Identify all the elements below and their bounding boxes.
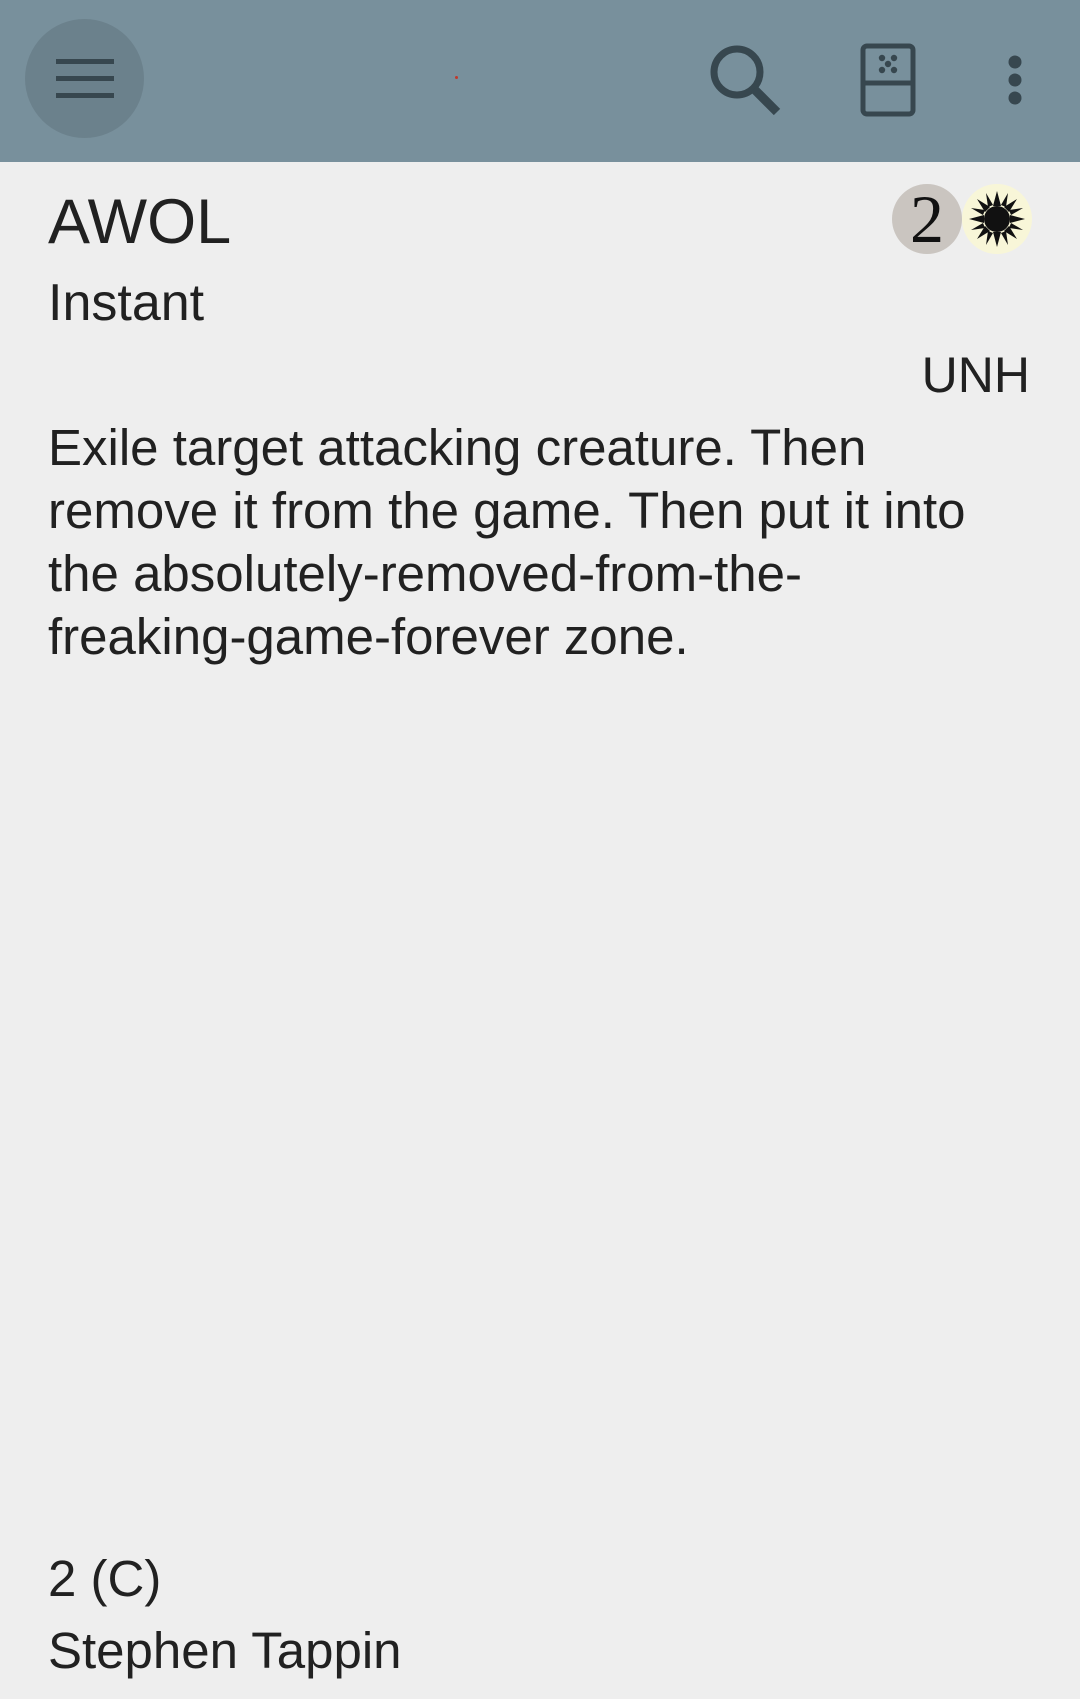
toolbar-indicator-dot: [455, 76, 458, 79]
random-card-button[interactable]: [850, 35, 926, 125]
collector-number-rarity: 2 (C): [48, 1550, 162, 1607]
white-mana-icon: [962, 184, 1032, 254]
app-toolbar: [0, 0, 1080, 162]
card-type-line: Instant: [48, 274, 205, 332]
more-vertical-icon: [1008, 55, 1022, 105]
generic-mana-symbol: 2: [892, 184, 962, 254]
set-code: UNH: [921, 347, 1030, 403]
mana-cost: 2: [892, 184, 1032, 254]
card-name: AWOL: [48, 187, 232, 257]
search-button[interactable]: [700, 35, 790, 125]
oracle-text: Exile target attacking creature. Then re…: [48, 419, 966, 665]
hamburger-menu-icon: [55, 58, 114, 98]
overflow-menu-button[interactable]: [990, 35, 1040, 125]
search-icon: [710, 45, 781, 116]
dice-icon: [860, 43, 916, 117]
artist-name: Stephen Tappin: [48, 1622, 402, 1679]
menu-button[interactable]: [25, 19, 144, 138]
